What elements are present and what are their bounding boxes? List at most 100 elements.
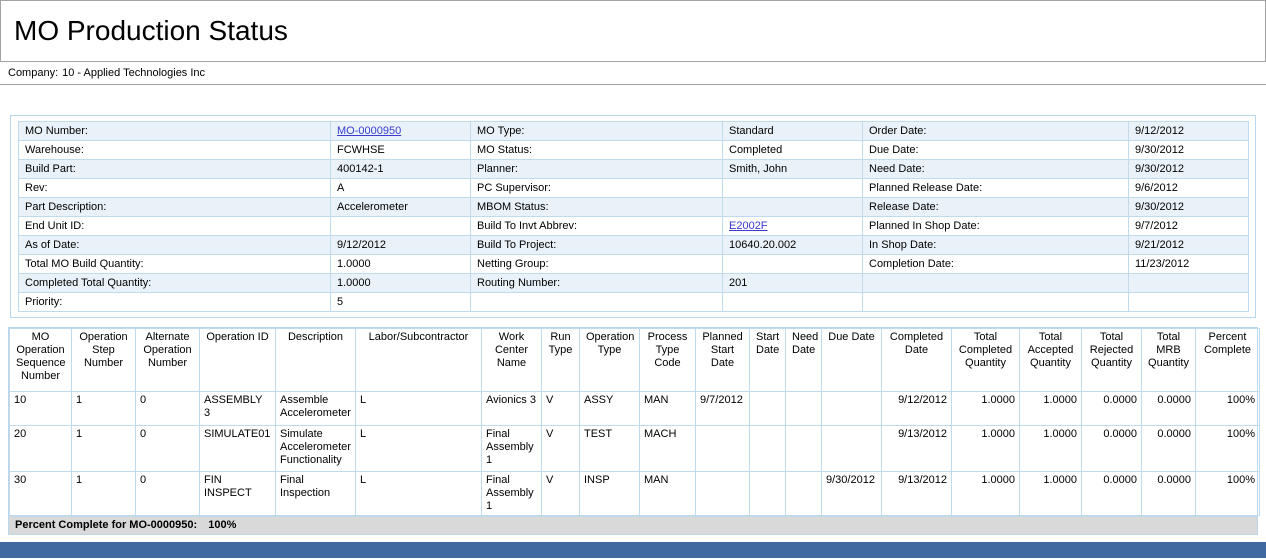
invt-abbrev-link[interactable]: E2002F (729, 220, 768, 232)
detail-value: 10640.20.002 (723, 236, 863, 255)
operation-cell: ASSEMBLY 3 (200, 392, 276, 426)
operation-cell: 0.0000 (1082, 392, 1142, 426)
detail-label: PC Supervisor: (471, 179, 723, 198)
detail-row: Priority: 5 (19, 293, 1249, 312)
detail-value: E2002F (723, 217, 863, 236)
detail-label (471, 293, 723, 312)
operation-cell: Avionics 3 (482, 392, 542, 426)
detail-value: 9/12/2012 (331, 236, 471, 255)
detail-value (723, 179, 863, 198)
operation-cell: SIMULATE01 (200, 426, 276, 472)
column-header: Planned Start Date (696, 329, 750, 392)
detail-row: MO Number: MO-0000950 MO Type: Standard … (19, 122, 1249, 141)
operation-cell: 0.0000 (1142, 392, 1196, 426)
percent-complete-footer-value: 100% (208, 519, 236, 531)
detail-row: End Unit ID: Build To Invt Abbrev: E2002… (19, 217, 1249, 236)
company-value: 10 - Applied Technologies Inc (62, 67, 205, 79)
operation-cell: 100% (1196, 472, 1260, 516)
operation-cell: 1.0000 (952, 392, 1020, 426)
column-header: Need Date (786, 329, 822, 392)
operation-cell: L (356, 392, 482, 426)
detail-label: Rev: (19, 179, 331, 198)
operation-cell: 0 (136, 392, 200, 426)
operations-panel: MO Operation Sequence Number Operation S… (8, 327, 1258, 535)
column-header: Total Completed Quantity (952, 329, 1020, 392)
operation-cell: 30 (10, 472, 72, 516)
detail-label: Build To Project: (471, 236, 723, 255)
operation-cell: 1.0000 (1020, 426, 1082, 472)
operation-cell: FIN INSPECT (200, 472, 276, 516)
operation-cell: TEST (580, 426, 640, 472)
operation-cell: Simulate Accelerometer Functionality (276, 426, 356, 472)
operation-cell (786, 472, 822, 516)
detail-label: Priority: (19, 293, 331, 312)
percent-complete-footer-label: Percent Complete for MO-0000950: (15, 519, 197, 531)
column-header: Completed Date (882, 329, 952, 392)
detail-row: Part Description: Accelerometer MBOM Sta… (19, 198, 1249, 217)
detail-value (1129, 274, 1249, 293)
report-header: MO Production Status (0, 0, 1266, 62)
operation-cell: MAN (640, 392, 696, 426)
detail-value (723, 198, 863, 217)
operation-cell: 9/30/2012 (822, 472, 882, 516)
detail-value: 1.0000 (331, 274, 471, 293)
operation-cell: 100% (1196, 392, 1260, 426)
detail-value: Completed (723, 141, 863, 160)
detail-label: Netting Group: (471, 255, 723, 274)
detail-label: As of Date: (19, 236, 331, 255)
column-header: Start Date (750, 329, 786, 392)
detail-value: 9/30/2012 (1129, 198, 1249, 217)
mo-number-link[interactable]: MO-0000950 (337, 125, 401, 137)
operation-cell: 1 (72, 392, 136, 426)
detail-value (331, 217, 471, 236)
detail-label: Routing Number: (471, 274, 723, 293)
percent-complete-footer: Percent Complete for MO-0000950: 100% (9, 516, 1257, 534)
horizontal-scrollbar[interactable] (0, 542, 1266, 558)
operation-cell: L (356, 426, 482, 472)
operation-cell (696, 472, 750, 516)
operation-cell: 1.0000 (1020, 392, 1082, 426)
detail-label: Due Date: (863, 141, 1129, 160)
detail-label: MO Type: (471, 122, 723, 141)
column-header: Total Accepted Quantity (1020, 329, 1082, 392)
detail-value: 9/21/2012 (1129, 236, 1249, 255)
operation-row: 30 1 0 FIN INSPECT Final Inspection L Fi… (10, 472, 1260, 516)
detail-label: Part Description: (19, 198, 331, 217)
detail-value: Accelerometer (331, 198, 471, 217)
operation-cell: 20 (10, 426, 72, 472)
page-title: MO Production Status (14, 15, 288, 47)
detail-row: Warehouse: FCWHSE MO Status: Completed D… (19, 141, 1249, 160)
detail-value: 9/6/2012 (1129, 179, 1249, 198)
column-header: Description (276, 329, 356, 392)
detail-value: 9/30/2012 (1129, 160, 1249, 179)
operation-cell: 1.0000 (1020, 472, 1082, 516)
column-header: Work Center Name (482, 329, 542, 392)
operation-cell (786, 392, 822, 426)
detail-value: FCWHSE (331, 141, 471, 160)
operation-cell: 1.0000 (952, 426, 1020, 472)
detail-label: Completed Total Quantity: (19, 274, 331, 293)
operation-cell: 9/12/2012 (882, 392, 952, 426)
column-header: Operation Type (580, 329, 640, 392)
detail-value: 5 (331, 293, 471, 312)
operation-cell: INSP (580, 472, 640, 516)
operation-cell: V (542, 472, 580, 516)
detail-label: Warehouse: (19, 141, 331, 160)
detail-value: 400142-1 (331, 160, 471, 179)
operation-row: 10 1 0 ASSEMBLY 3 Assemble Accelerometer… (10, 392, 1260, 426)
operation-cell: Final Assembly 1 (482, 472, 542, 516)
operation-row: 20 1 0 SIMULATE01 Simulate Accelerometer… (10, 426, 1260, 472)
operation-cell: ASSY (580, 392, 640, 426)
detail-row: As of Date: 9/12/2012 Build To Project: … (19, 236, 1249, 255)
column-header: Labor/Subcontractor (356, 329, 482, 392)
detail-label: Need Date: (863, 160, 1129, 179)
detail-label: End Unit ID: (19, 217, 331, 236)
operation-cell: Final Assembly 1 (482, 426, 542, 472)
operation-cell: 0.0000 (1142, 426, 1196, 472)
detail-row: Rev: A PC Supervisor: Planned Release Da… (19, 179, 1249, 198)
operation-cell: Final Inspection (276, 472, 356, 516)
detail-label: Planner: (471, 160, 723, 179)
operation-cell: 0.0000 (1082, 472, 1142, 516)
operation-cell: 10 (10, 392, 72, 426)
column-header: Due Date (822, 329, 882, 392)
